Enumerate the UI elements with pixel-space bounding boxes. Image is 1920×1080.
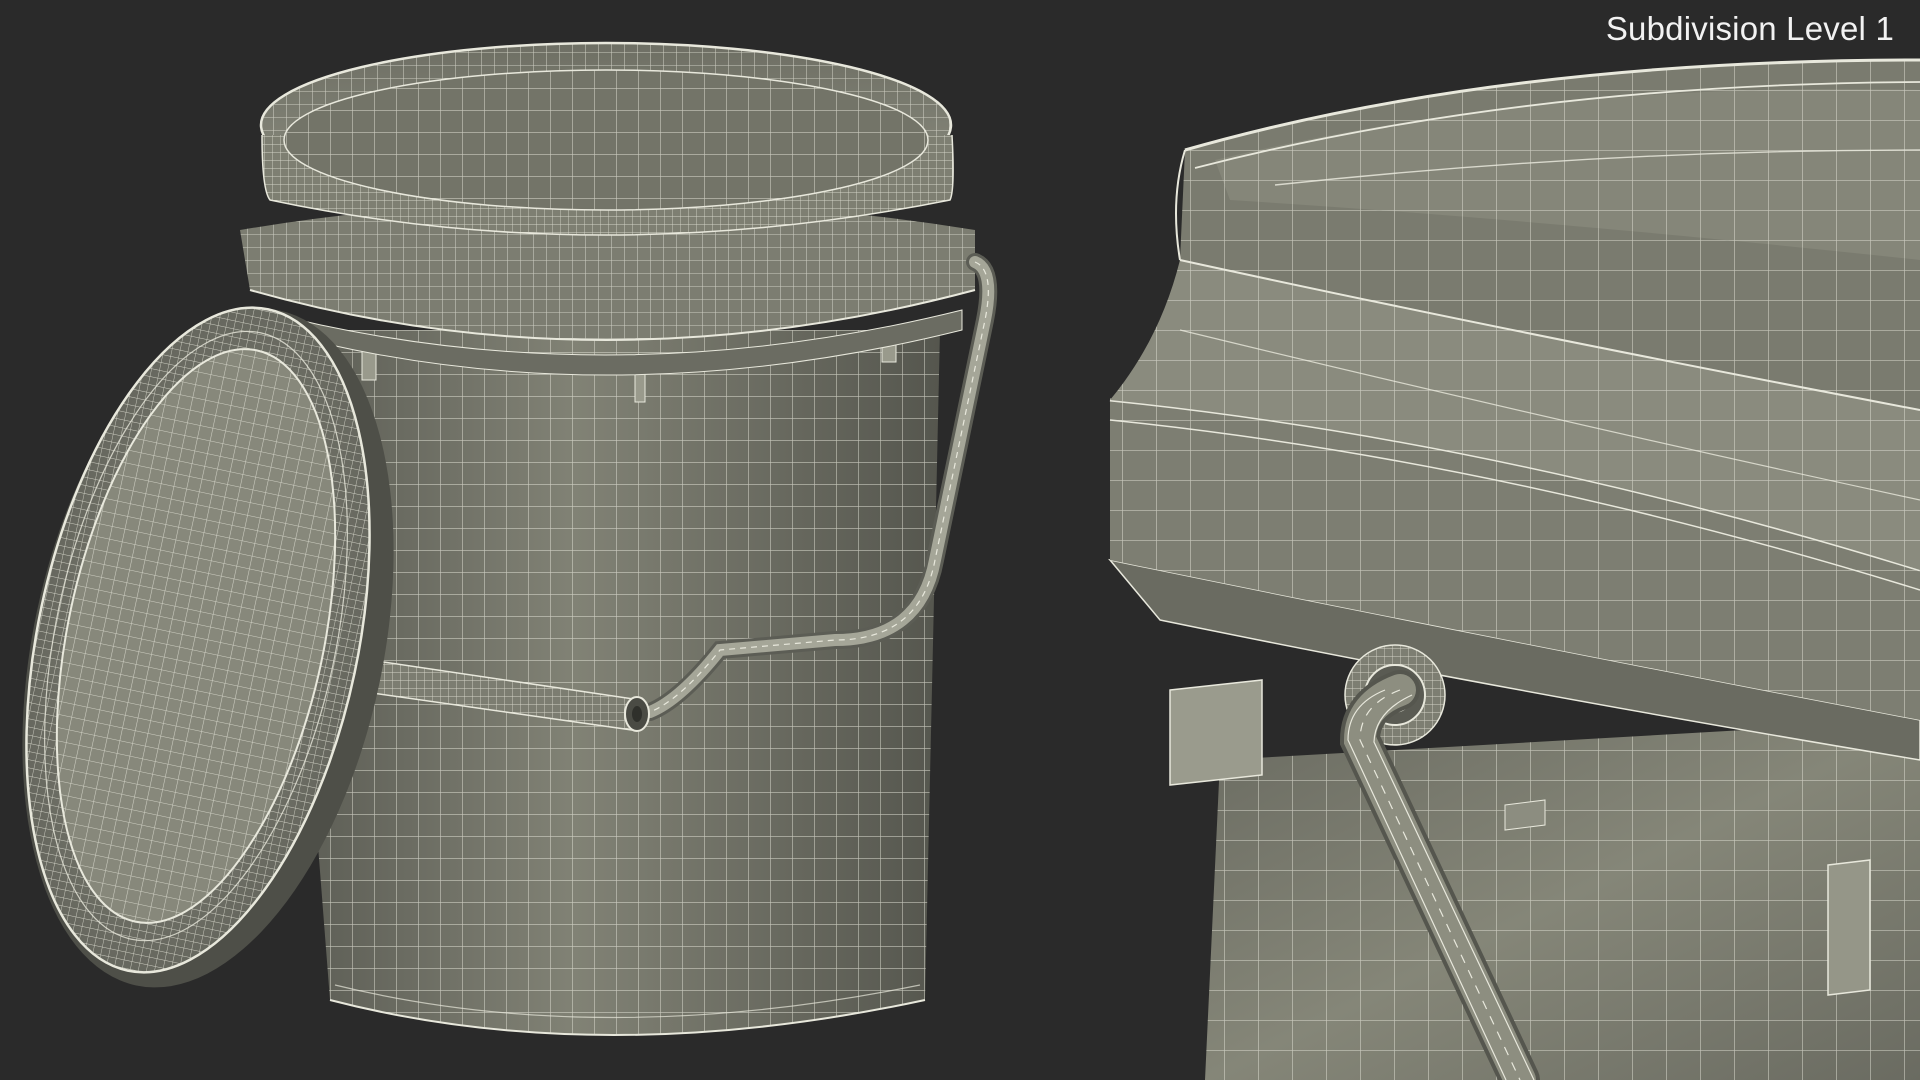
viewport: Subdivision Level 1 bbox=[0, 0, 1920, 1080]
full-view bbox=[22, 41, 998, 1036]
subdivision-level-label: Subdivision Level 1 bbox=[1605, 10, 1894, 47]
bucket-rim bbox=[240, 41, 976, 376]
closeup-view bbox=[1108, 58, 1920, 1080]
wireframe-render bbox=[22, 41, 1920, 1080]
